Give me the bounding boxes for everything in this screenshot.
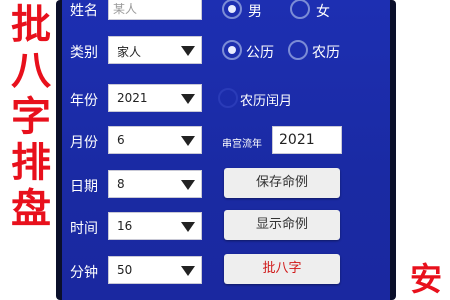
banner-char: 八	[11, 48, 51, 94]
time-value: 16	[117, 219, 133, 233]
month-row: 月份 6 串宫流年 2021	[62, 126, 390, 156]
male-label: 男	[248, 4, 262, 20]
dropdown-arrow-icon	[181, 94, 195, 104]
banner-char: 字	[11, 94, 51, 140]
save-case-button[interactable]: 保存命例	[224, 168, 340, 198]
right-banner: 安	[409, 260, 442, 298]
dropdown-arrow-icon	[181, 222, 195, 232]
show-case-button[interactable]: 显示命例	[224, 210, 340, 240]
time-label: 时间	[70, 221, 98, 237]
name-placeholder: 某人	[113, 2, 138, 16]
gregorian-radio[interactable]	[222, 40, 242, 60]
leap-month-checkbox[interactable]	[218, 88, 238, 108]
minute-label: 分钟	[70, 265, 98, 281]
year-label: 年份	[70, 93, 98, 109]
palace-year-label: 串宫流年	[222, 139, 262, 150]
leap-month-label: 农历闰月	[240, 94, 293, 109]
day-row: 日期 8 保存命例	[62, 168, 390, 200]
gregorian-label: 公历	[246, 45, 274, 61]
category-select[interactable]: 家人	[108, 36, 202, 64]
lunar-label: 农历	[312, 45, 340, 61]
dropdown-arrow-icon	[181, 266, 195, 276]
month-value: 6	[117, 133, 125, 147]
bazi-button[interactable]: 批八字	[224, 254, 340, 284]
minute-select[interactable]: 50	[108, 256, 202, 284]
palace-year-input[interactable]: 2021	[272, 126, 342, 154]
category-value: 家人	[117, 45, 142, 59]
female-label: 女	[316, 4, 330, 20]
month-select[interactable]: 6	[108, 126, 202, 154]
left-banner: 批 八 字 排 盘	[6, 2, 56, 232]
day-label: 日期	[70, 179, 98, 195]
category-label: 类别	[70, 45, 98, 61]
minute-value: 50	[117, 263, 133, 277]
year-row: 年份 2021 农历闰月	[62, 84, 390, 114]
year-select[interactable]: 2021	[108, 84, 202, 112]
dropdown-arrow-icon	[181, 46, 195, 56]
year-value: 2021	[117, 91, 148, 105]
banner-char: 排	[11, 140, 51, 186]
banner-char: 批	[11, 2, 51, 48]
category-row: 类别 家人 公历 农历	[62, 36, 390, 66]
name-row: 姓名 某人 男 女	[62, 0, 390, 24]
name-label: 姓名	[70, 3, 98, 19]
day-select[interactable]: 8	[108, 170, 202, 198]
lunar-radio[interactable]	[288, 40, 308, 60]
month-label: 月份	[70, 135, 98, 151]
day-value: 8	[117, 177, 125, 191]
name-input[interactable]: 某人	[108, 0, 202, 20]
minute-row: 分钟 50 批八字	[62, 254, 390, 286]
male-radio[interactable]	[222, 0, 242, 19]
dropdown-arrow-icon	[181, 136, 195, 146]
dropdown-arrow-icon	[181, 180, 195, 190]
female-radio[interactable]	[290, 0, 310, 19]
time-select[interactable]: 16	[108, 212, 202, 240]
app-screen: 姓名 某人 男 女 类别 家人 公历 农历 年份 2021 农历闰月 月份 6	[62, 0, 390, 300]
banner-char: 盘	[11, 186, 51, 232]
time-row: 时间 16 显示命例	[62, 210, 390, 242]
